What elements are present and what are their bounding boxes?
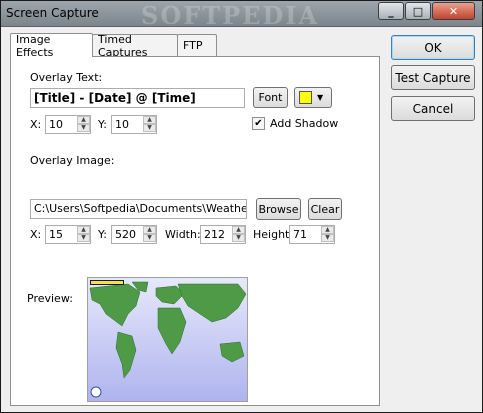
color-swatch xyxy=(299,91,312,104)
overlay-text-y-label: Y: xyxy=(98,118,107,131)
spinner-value: 71 xyxy=(293,228,307,241)
spinner-value: 10 xyxy=(115,118,129,131)
close-button[interactable]: ✕ xyxy=(432,2,475,20)
spinner-value: 15 xyxy=(49,228,63,241)
tab-image-effects[interactable]: Image Effects xyxy=(10,33,93,59)
overlay-image-x-label: X: xyxy=(30,228,42,241)
color-picker-button[interactable]: ▼ xyxy=(294,87,332,108)
overlay-text-label: Overlay Text: xyxy=(30,71,103,84)
browse-button[interactable]: Browse xyxy=(256,198,301,220)
test-capture-button[interactable]: Test Capture xyxy=(391,65,475,90)
spin-down-icon[interactable]: ▼ xyxy=(232,234,245,242)
overlay-image-height-label: Height: xyxy=(253,228,294,241)
overlay-image-height-spinner[interactable]: 71 ▲ ▼ xyxy=(289,225,335,244)
spin-up-icon[interactable]: ▲ xyxy=(77,226,90,234)
overlay-image-y-label: Y: xyxy=(98,228,107,241)
overlay-image-width-spinner[interactable]: 212 ▲ ▼ xyxy=(200,225,246,244)
add-shadow-label: Add Shadow xyxy=(270,117,339,130)
window-title: Screen Capture xyxy=(6,6,99,20)
spin-down-icon[interactable]: ▼ xyxy=(77,234,90,242)
image-effects-panel: Overlay Text: [Title] - [Date] @ [Time] … xyxy=(10,56,380,406)
preview-label: Preview: xyxy=(27,292,73,305)
spin-up-icon[interactable]: ▲ xyxy=(321,226,334,234)
overlay-text-x-label: X: xyxy=(30,118,42,131)
spin-down-icon[interactable]: ▼ xyxy=(77,124,90,132)
overlay-image-path-input[interactable]: C:\Users\Softpedia\Documents\Weather ... xyxy=(30,199,247,219)
overlay-text-x-spinner[interactable]: 10 ▲ ▼ xyxy=(45,115,91,134)
add-shadow-checkbox[interactable]: ✔ xyxy=(252,117,265,130)
overlay-image-x-spinner[interactable]: 15 ▲ ▼ xyxy=(45,225,91,244)
clear-button[interactable]: Clear xyxy=(308,198,342,220)
maximize-button[interactable]: □ xyxy=(405,2,431,20)
overlay-image-width-label: Width: xyxy=(165,228,201,241)
font-button[interactable]: Font xyxy=(253,87,288,108)
spinner-value: 212 xyxy=(204,228,225,241)
tab-timed-captures[interactable]: Timed Captures xyxy=(92,33,178,59)
spin-down-icon[interactable]: ▼ xyxy=(143,234,156,242)
overlay-image-y-spinner[interactable]: 520 ▲ ▼ xyxy=(111,225,157,244)
spin-up-icon[interactable]: ▲ xyxy=(232,226,245,234)
softpedia-watermark: SOFTPEDIA xyxy=(141,1,320,30)
overlay-text-input[interactable]: [Title] - [Date] @ [Time] xyxy=(30,88,245,108)
overlay-text-y-spinner[interactable]: 10 ▲ ▼ xyxy=(111,115,157,134)
world-map-icon xyxy=(88,278,247,401)
spinner-value: 520 xyxy=(115,228,136,241)
spinner-value: 10 xyxy=(49,118,63,131)
spin-down-icon[interactable]: ▼ xyxy=(321,234,334,242)
dropdown-arrow-icon: ▼ xyxy=(317,93,324,102)
preview-image xyxy=(87,277,248,402)
minimize-button[interactable]: _ xyxy=(378,2,404,20)
tab-ftp[interactable]: FTP xyxy=(177,34,217,56)
spin-up-icon[interactable]: ▲ xyxy=(143,226,156,234)
spin-up-icon[interactable]: ▲ xyxy=(143,116,156,124)
spin-down-icon[interactable]: ▼ xyxy=(143,124,156,132)
ok-button[interactable]: OK xyxy=(391,35,475,60)
cancel-button[interactable]: Cancel xyxy=(391,96,475,121)
tab-control: Image Effects Timed Captures FTP Overlay… xyxy=(10,33,380,406)
screen-capture-window: Screen Capture SOFTPEDIA _ □ ✕ Image Eff… xyxy=(0,0,483,413)
overlay-image-label: Overlay Image: xyxy=(30,154,115,167)
title-bar[interactable]: Screen Capture SOFTPEDIA _ □ ✕ xyxy=(1,1,482,30)
spin-up-icon[interactable]: ▲ xyxy=(77,116,90,124)
